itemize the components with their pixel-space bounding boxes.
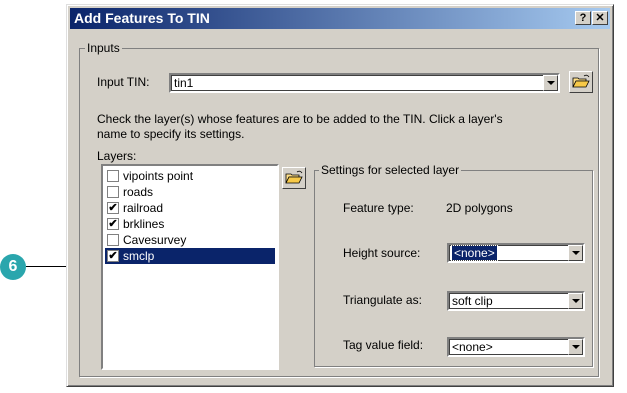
instructions-line-2: name to specify its settings.: [97, 127, 245, 141]
chevron-down-icon[interactable]: [543, 75, 558, 91]
folder-open-icon: [285, 170, 303, 184]
tag-value-field-value: <none>: [452, 340, 493, 354]
input-tin-combo[interactable]: tin1: [169, 73, 560, 93]
dialog-title: Add Features To TIN: [74, 10, 210, 26]
callout-number: 6: [8, 258, 18, 275]
layer-name[interactable]: vipoints point: [123, 169, 193, 183]
title-bar: Add Features To TIN ? ✕: [70, 8, 610, 29]
tag-value-field-select[interactable]: <none>: [447, 337, 585, 357]
input-tin-label: Input TIN:: [97, 75, 150, 89]
browse-tin-button[interactable]: [569, 71, 593, 93]
chevron-down-icon[interactable]: [568, 293, 583, 309]
close-button[interactable]: ✕: [592, 11, 608, 25]
layer-checkbox[interactable]: ✔: [107, 250, 119, 262]
tag-value-field-label: Tag value field:: [343, 338, 424, 352]
list-item[interactable]: roads: [105, 184, 275, 200]
layer-checkbox[interactable]: [107, 186, 119, 198]
chevron-down-icon[interactable]: [568, 245, 583, 261]
height-source-value: <none>: [451, 245, 498, 261]
chevron-down-icon[interactable]: [568, 339, 583, 355]
layer-checkbox[interactable]: ✔: [107, 218, 119, 230]
layer-checkbox[interactable]: [107, 170, 119, 182]
layer-name[interactable]: brklines: [123, 217, 164, 231]
settings-group: Settings for selected layer Feature type…: [314, 163, 593, 367]
list-item[interactable]: Cavesurvey: [105, 232, 275, 248]
list-item[interactable]: vipoints point: [105, 168, 275, 184]
triangulate-as-select[interactable]: soft clip: [447, 291, 585, 311]
height-source-label: Height source:: [343, 246, 421, 260]
layer-checkbox[interactable]: ✔: [107, 202, 119, 214]
feature-type-label: Feature type:: [343, 201, 414, 215]
layer-name[interactable]: roads: [123, 185, 153, 199]
input-tin-value: tin1: [174, 76, 194, 90]
layer-name[interactable]: smclp: [123, 249, 154, 263]
folder-open-icon: [572, 74, 590, 88]
list-item[interactable]: ✔ railroad: [105, 200, 275, 216]
inputs-legend: Inputs: [85, 41, 122, 55]
close-icon: ✕: [595, 12, 605, 24]
layers-listbox[interactable]: vipoints point roads ✔ railroad ✔ brklin…: [101, 164, 279, 370]
feature-type-value: 2D polygons: [446, 201, 513, 215]
add-features-dialog: Add Features To TIN ? ✕ Inputs Input TIN…: [66, 4, 614, 387]
layer-name[interactable]: Cavesurvey: [123, 233, 186, 247]
list-item[interactable]: ✔ brklines: [105, 216, 275, 232]
help-button[interactable]: ?: [575, 11, 591, 25]
callout-badge: 6: [0, 254, 26, 280]
triangulate-as-value: soft clip: [452, 294, 493, 308]
list-item-selected[interactable]: ✔ smclp: [105, 248, 275, 264]
layers-label: Layers:: [97, 149, 137, 163]
inputs-group: Inputs Input TIN: tin1 Check the layer(s…: [79, 41, 599, 377]
add-layer-button[interactable]: [282, 167, 306, 189]
settings-legend: Settings for selected layer: [319, 163, 462, 177]
triangulate-as-label: Triangulate as:: [343, 293, 422, 307]
height-source-select[interactable]: <none>: [447, 243, 585, 263]
instructions-line-1: Check the layer(s) whose features are to…: [97, 112, 503, 126]
layer-checkbox[interactable]: [107, 234, 119, 246]
layer-name[interactable]: railroad: [123, 201, 163, 215]
